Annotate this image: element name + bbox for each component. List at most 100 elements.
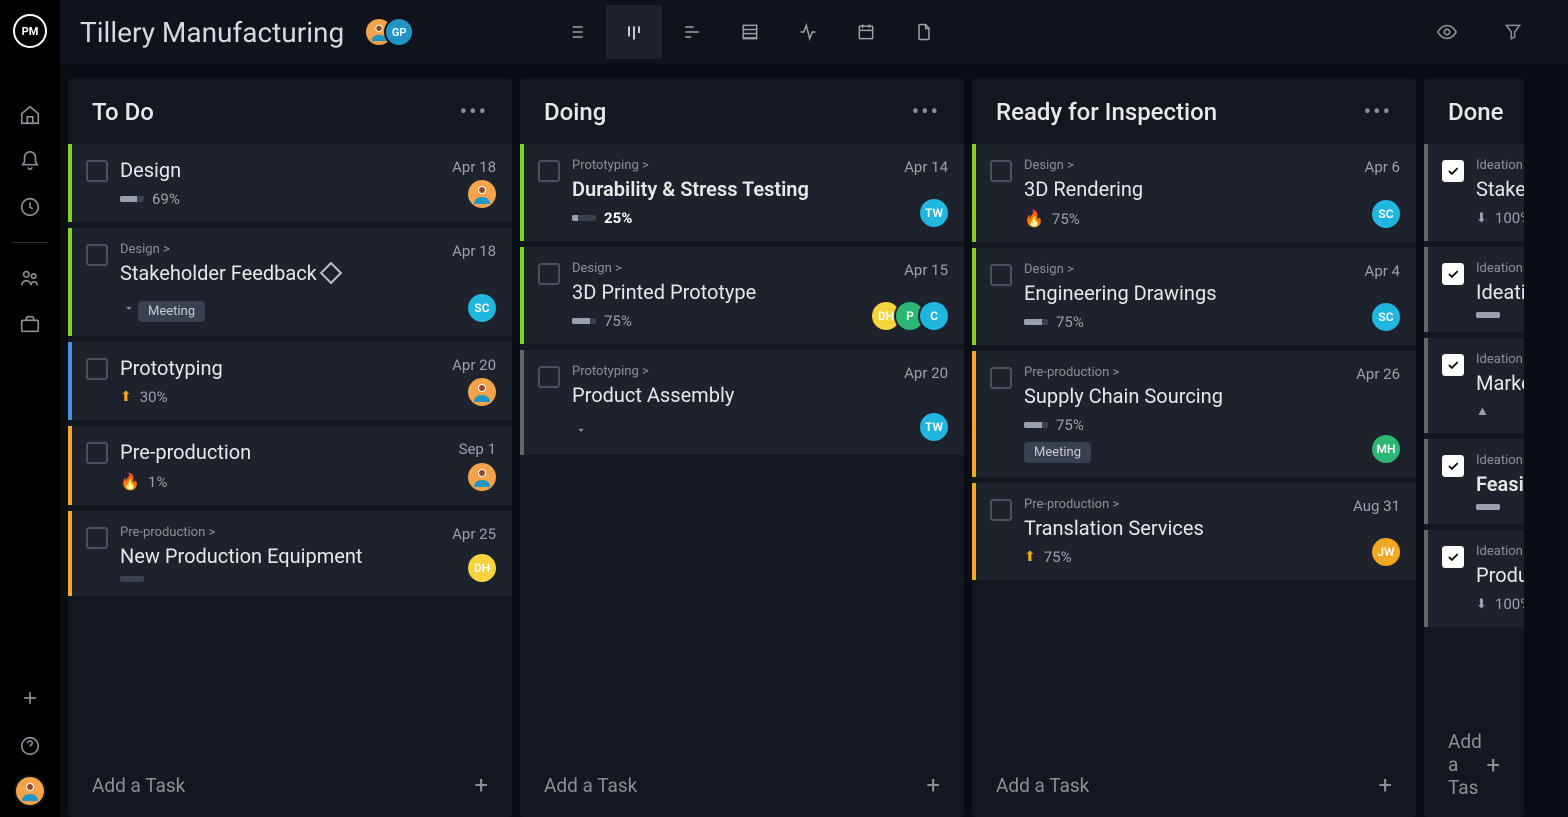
task-title: Translation Services [1024,516,1400,540]
add-icon[interactable] [11,679,49,717]
assignee-avatar[interactable] [466,376,498,408]
task-card[interactable]: IdeationIdeatio [1424,247,1524,332]
task-card[interactable]: Design >3D Printed Prototype75%Apr 15DHP… [520,247,964,344]
briefcase-icon[interactable] [11,305,49,343]
task-checkbox[interactable] [538,263,560,285]
view-calendar[interactable] [838,5,894,59]
task-checkbox[interactable] [1442,354,1464,376]
user-avatar[interactable] [14,775,46,807]
task-card[interactable]: IdeationMarke▲ [1424,338,1524,433]
task-card[interactable]: Design >Stakeholder Feedback MeetingApr … [68,228,512,336]
task-checkbox[interactable] [990,264,1012,286]
add-task-button[interactable]: Add a Task+ [972,753,1416,817]
task-checkbox[interactable] [86,358,108,380]
recent-icon[interactable] [11,188,49,226]
add-task-button[interactable]: Add a Tas+ [1424,712,1524,817]
expand-chevron-icon[interactable] [120,299,138,317]
view-activity[interactable] [780,5,836,59]
task-checkbox[interactable] [990,160,1012,182]
task-checkbox[interactable] [86,160,108,182]
task-title: Marke [1476,371,1508,395]
task-progress: 75% [1024,313,1400,331]
task-card[interactable]: Prototyping⬆30%Apr 20 [68,342,512,420]
task-checkbox[interactable] [1442,263,1464,285]
task-card[interactable]: IdeationProdu⬇100% [1424,530,1524,627]
task-assignees [474,178,498,210]
task-title: Prototyping [120,356,496,380]
task-title: Stakeholder Feedback [120,261,496,285]
task-assignees: TW [926,411,950,443]
priority-fire-icon: 🔥 [120,472,140,491]
task-card[interactable]: Prototyping >Product AssemblyApr 20TW [520,350,964,455]
view-sheet[interactable] [722,5,778,59]
task-card[interactable]: Pre-production >Translation Services⬆75%… [972,483,1416,580]
topbar: Tillery Manufacturing GP [60,0,1568,64]
task-parent: Pre-production > [120,525,496,540]
notifications-icon[interactable] [11,142,49,180]
task-checkbox[interactable] [990,499,1012,521]
task-date: Apr 18 [452,242,496,260]
visibility-icon[interactable] [1428,13,1466,51]
task-card[interactable]: Design69%Apr 18 [68,144,512,222]
task-card[interactable]: Pre-production >New Production Equipment… [68,511,512,596]
add-task-button[interactable]: Add a Task+ [520,753,964,817]
task-card[interactable]: Design >3D Rendering🔥75%Apr 6SC [972,144,1416,242]
filter-icon[interactable] [1494,13,1532,51]
view-gantt[interactable] [664,5,720,59]
assignee-avatar[interactable]: MH [1370,433,1402,465]
task-checkbox[interactable] [1442,160,1464,182]
assignee-avatar[interactable]: DH [466,552,498,584]
task-checkbox[interactable] [86,244,108,266]
assignee-avatar[interactable]: TW [918,197,950,229]
assignee-avatar[interactable]: JW [1370,536,1402,568]
task-title: Produ [1476,563,1508,587]
task-checkbox[interactable] [538,366,560,388]
assignee-avatar[interactable]: SC [1370,198,1402,230]
assignee-avatar[interactable]: TW [918,411,950,443]
task-card[interactable]: IdeationStakeh⬇100% [1424,144,1524,241]
view-list[interactable] [548,5,604,59]
help-icon[interactable] [11,727,49,765]
task-card[interactable]: Prototyping >Durability & Stress Testing… [520,144,964,241]
task-checkbox[interactable] [1442,546,1464,568]
task-assignees: JW [1378,536,1402,568]
task-progress: ⬆30% [120,388,496,406]
task-checkbox[interactable] [538,160,560,182]
column-title: To Do [92,98,154,126]
task-card[interactable]: Pre-production >Supply Chain Sourcing75%… [972,351,1416,477]
task-assignees [474,461,498,493]
column-menu-icon[interactable]: ••• [1364,100,1392,125]
assignee-avatar[interactable]: C [918,300,950,332]
task-checkbox[interactable] [86,442,108,464]
member-avatar[interactable]: GP [384,17,414,47]
task-tag[interactable]: Meeting [1024,442,1091,463]
task-assignees [474,376,498,408]
task-card[interactable]: IdeationFeasib [1424,439,1524,524]
expand-chevron-icon[interactable] [572,421,590,439]
assignee-avatar[interactable]: SC [466,292,498,324]
priority-down-icon: ⬇ [1476,211,1487,226]
home-icon[interactable] [11,96,49,134]
task-checkbox[interactable] [86,527,108,549]
assignee-avatar[interactable] [466,461,498,493]
column-menu-icon[interactable]: ••• [912,100,940,125]
task-title: 3D Rendering [1024,177,1400,201]
column-title: Ready for Inspection [996,98,1217,126]
project-members[interactable]: GP [364,17,414,47]
team-icon[interactable] [11,259,49,297]
task-card[interactable]: Pre-production🔥1%Sep 1 [68,426,512,505]
assignee-avatar[interactable]: SC [1370,301,1402,333]
priority-fire-icon: 🔥 [1024,209,1044,228]
task-checkbox[interactable] [990,367,1012,389]
assignee-avatar[interactable] [466,178,498,210]
add-task-button[interactable]: Add a Task+ [68,753,512,817]
task-tag[interactable]: Meeting [138,301,205,322]
app-logo[interactable]: PM [13,14,47,48]
view-files[interactable] [896,5,952,59]
priority-up-icon: ▲ [1476,403,1489,419]
task-card[interactable]: Design >Engineering Drawings75%Apr 4SC [972,248,1416,345]
view-board[interactable] [606,5,662,59]
column-menu-icon[interactable]: ••• [460,100,488,125]
project-title[interactable]: Tillery Manufacturing [80,16,344,49]
task-checkbox[interactable] [1442,455,1464,477]
